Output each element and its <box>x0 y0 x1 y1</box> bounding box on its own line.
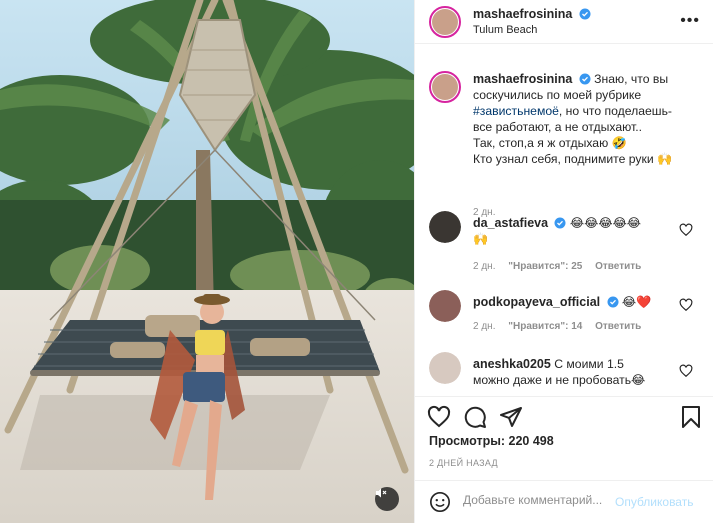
share-icon[interactable] <box>499 405 523 429</box>
verified-badge-icon <box>579 73 591 85</box>
verified-badge-icon <box>579 8 591 20</box>
publish-button[interactable]: Опубликовать <box>615 495 693 509</box>
more-horizontal-icon[interactable]: ••• <box>680 12 700 30</box>
commenter-avatar[interactable] <box>429 352 461 384</box>
commenter-avatar[interactable] <box>429 211 461 243</box>
heart-icon[interactable] <box>427 405 451 429</box>
comment-meta: 2 дн. "Нравится": 25 Ответить <box>473 261 651 272</box>
comment-body: 🙌 <box>473 232 489 246</box>
comment-meta: 2 дн. "Нравится": 14 Ответить <box>473 321 651 332</box>
commenter-avatar[interactable] <box>429 290 461 322</box>
comment-body: 😂❤️ <box>621 295 652 309</box>
caption-text: mashaefrosinina Знаю, что вы соскучились… <box>473 71 709 167</box>
instagram-post-view: mashaefrosinina Tulum Beach ••• mashaefr… <box>0 0 713 523</box>
verified-badge-icon <box>554 217 566 229</box>
verified-badge-icon <box>607 296 619 308</box>
comment-text: podkopayeva_official 😂❤️ <box>473 294 683 310</box>
caption-line: Так, стоп,а я ж отдыхаю 🤣 <box>473 136 627 150</box>
add-comment-bar: Опубликовать <box>415 480 713 523</box>
comment-body: 😂😂😂😂😂 <box>569 216 642 230</box>
caption-line: Кто узнал себя, поднимите руки 🙌 <box>473 152 673 166</box>
comment-like-heart-icon[interactable] <box>679 364 693 378</box>
post-header: mashaefrosinina Tulum Beach ••• <box>415 0 713 44</box>
comment-age[interactable]: 2 дн. <box>473 321 495 332</box>
beach-swing-scene <box>0 0 414 523</box>
comment-like-heart-icon[interactable] <box>679 298 693 312</box>
reply-button[interactable]: Ответить <box>595 261 641 272</box>
post-actions-bar <box>415 396 713 432</box>
views-count[interactable]: Просмотры: 220 498 <box>429 434 554 448</box>
author-avatar[interactable] <box>429 6 461 38</box>
comment-icon[interactable] <box>463 405 487 429</box>
caption-line: соскучились по моей рубрике <box>473 88 642 102</box>
comment-likes[interactable]: "Нравится": 25 <box>508 261 582 272</box>
author-username[interactable]: mashaefrosinina <box>473 7 572 21</box>
views-label: Просмотры: <box>429 434 506 448</box>
post-location[interactable]: Tulum Beach <box>473 24 537 36</box>
comment-age[interactable]: 2 дн. <box>473 261 495 272</box>
author-line: mashaefrosinina <box>473 7 591 21</box>
hashtag-link[interactable]: #завистьнемоё <box>473 104 559 118</box>
emoji-icon[interactable] <box>429 491 451 513</box>
comment-like-heart-icon[interactable] <box>679 223 693 237</box>
comment-body: можно даже и не пробовать😂 <box>473 373 646 387</box>
commenter-username[interactable]: da_astafieva <box>473 216 548 230</box>
commenter-username[interactable]: podkopayeva_official <box>473 295 600 309</box>
muted-speaker-icon <box>376 488 387 498</box>
comment-body: С моими 1.5 <box>554 357 624 371</box>
post-video[interactable] <box>0 0 414 523</box>
post-date[interactable]: 2 ДНЕЙ НАЗАД <box>429 458 498 468</box>
post-side-panel: mashaefrosinina Tulum Beach ••• mashaefr… <box>414 0 713 523</box>
reply-button[interactable]: Ответить <box>595 321 641 332</box>
comment-text: aneshka0205 С моими 1.5 можно даже и не … <box>473 356 683 388</box>
comments-list: mashaefrosinina Знаю, что вы соскучились… <box>415 45 713 393</box>
caption-line: Знаю, что вы <box>594 72 669 86</box>
bookmark-icon[interactable] <box>679 405 703 429</box>
comment-likes[interactable]: "Нравится": 14 <box>508 321 582 332</box>
comment-text: da_astafieva 😂😂😂😂😂 🙌 <box>473 215 673 247</box>
caption-line: , но что поделаешь- <box>558 104 672 118</box>
views-number: 220 498 <box>508 434 554 448</box>
caption-username[interactable]: mashaefrosinina <box>473 72 572 86</box>
mute-toggle-button[interactable] <box>375 487 399 511</box>
caption-line: все работают, а не отдыхают.. <box>473 120 642 134</box>
commenter-username[interactable]: aneshka0205 <box>473 357 551 371</box>
caption-avatar[interactable] <box>429 71 461 103</box>
